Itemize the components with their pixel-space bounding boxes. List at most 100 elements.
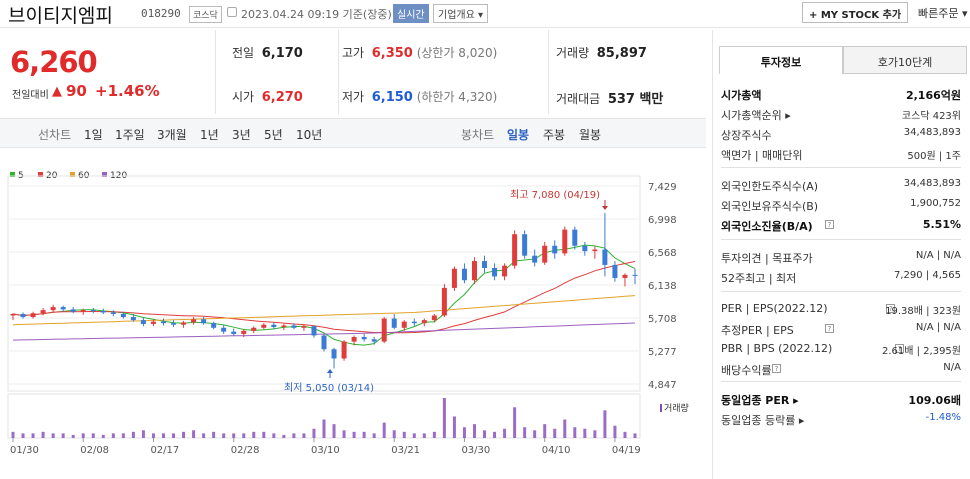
line-chart-label: 선차트 (38, 128, 72, 142)
candle-daily[interactable]: 일봉 (507, 126, 529, 143)
candle-monthly[interactable]: 월봉 (579, 126, 601, 143)
volume-bar (252, 431, 256, 438)
open-price: 시가 6,270 (232, 90, 303, 105)
info-row: 외국인소진율(B/A)? 5.51% (721, 215, 961, 235)
volume-bar (352, 431, 356, 438)
info-row-label: 외국인보유주식수(B) (721, 200, 819, 213)
volume-bar (452, 416, 456, 438)
info-divider (721, 167, 961, 168)
info-row-value: 34,483,893 (903, 127, 961, 138)
y-tick-label: 5,708 (648, 314, 677, 325)
volume-bar (182, 431, 186, 438)
y-tick-label: 6,138 (648, 281, 677, 292)
up-arrow-icon: ▲ (52, 84, 62, 99)
candle (331, 349, 337, 359)
volume-bar (121, 433, 125, 438)
volume-bar (51, 433, 55, 438)
volume-label: 거래량 (664, 402, 689, 414)
info-row-value: -1.48% (925, 412, 961, 423)
info-row-value: 500원 | 1주 (907, 151, 961, 162)
info-row: PBR | BPS (2022.12)? 2.61배 | 2,395원 (721, 339, 961, 359)
volume-bar (503, 428, 507, 438)
candle (542, 245, 548, 263)
high-price: 고가 6,350 (상한가 8,020) (342, 46, 498, 61)
candle (100, 310, 106, 313)
info-row-label: 동일업종 등락률 ▸ (721, 414, 805, 427)
candle (522, 234, 528, 256)
period-3y[interactable]: 3년 (232, 126, 251, 143)
info-row-label: 시가총액 (721, 89, 762, 102)
volume-bar (573, 427, 577, 438)
period-1w[interactable]: 1주일 (115, 126, 145, 143)
period-3m[interactable]: 3개월 (157, 126, 187, 143)
help-icon[interactable]: ? (824, 220, 834, 229)
info-row-value: 2,166억원 (905, 89, 961, 102)
info-row-label: 상장주식수 (721, 129, 772, 142)
period-5y[interactable]: 5년 (264, 126, 283, 143)
volume-bar (543, 424, 547, 438)
info-row-label: 액면가 | 매매단위 (721, 149, 803, 162)
volume-bar (232, 433, 236, 438)
price-plot-frame (7, 175, 641, 392)
info-tabs: 투자정보 호가10단계 (719, 46, 967, 74)
candle (421, 320, 427, 324)
low-note: 최저 5,050 (03/14) (284, 382, 374, 394)
stock-header: 브이티지엠피 018290 코스닥 2023.04.24 09:19 기준(장중… (0, 0, 970, 28)
candle (160, 321, 166, 324)
volume-bar (432, 431, 436, 438)
volume-bar (553, 428, 557, 438)
tab-investment-info[interactable]: 투자정보 (719, 46, 843, 74)
volume-bar (141, 430, 145, 438)
candle (311, 326, 317, 336)
clock-icon (227, 7, 237, 17)
volume-bar (81, 433, 85, 438)
add-my-stock-button[interactable]: + MY STOCK 추가 (802, 2, 909, 23)
candle (381, 318, 387, 342)
info-row: 추정PER | EPS? N/A | N/A (721, 319, 961, 339)
candle (361, 336, 367, 340)
volume-bar (472, 424, 476, 438)
volume-bar (442, 398, 446, 438)
x-tick-label: 03/10 (311, 445, 340, 456)
realtime-button[interactable]: 실시간 (393, 4, 429, 23)
x-tick-label: 04/19 (612, 445, 641, 456)
info-row-label: 외국인소진율(B/A) (721, 220, 813, 233)
period-1d[interactable]: 1일 (84, 126, 103, 143)
info-row[interactable]: 시가총액순위 ▸ 코스닥 423위 (721, 104, 961, 124)
candle (271, 324, 277, 328)
volume-bar (322, 419, 326, 438)
candle-weekly[interactable]: 주봉 (543, 126, 565, 143)
volume-bar (342, 430, 346, 438)
price-chart: 5 20 60 120 7,429 6,998 6,568 6,138 5,708 5,2… (0, 166, 706, 479)
info-row[interactable]: 동일업종 등락률 ▸ -1.48% (721, 409, 961, 429)
candle (441, 287, 447, 316)
company-info-dropdown[interactable]: 기업개요 ▾ (433, 4, 488, 23)
volume-bar (563, 419, 567, 438)
candle (532, 255, 538, 263)
info-row-value: 109.06배 (908, 394, 961, 407)
period-10y[interactable]: 10년 (296, 126, 322, 143)
period-1y[interactable]: 1년 (200, 126, 219, 143)
volume-bar (332, 424, 336, 438)
volume-bar (111, 433, 115, 438)
volume-bar (172, 433, 176, 438)
info-divider (721, 291, 961, 292)
info-row-value: 5.51% (922, 218, 961, 231)
tab-orderbook-10[interactable]: 호가10단계 (843, 46, 967, 74)
current-price: 6,260 (10, 45, 98, 79)
candle (341, 341, 347, 359)
info-row-label: 52주최고 | 최저 (721, 272, 797, 285)
info-row: 시가총액 2,166억원 (721, 84, 961, 104)
candle (401, 321, 407, 328)
y-tick-label: 5,277 (648, 347, 677, 358)
candle (181, 322, 187, 325)
info-row[interactable]: 동일업종 PER ▸ 109.06배 (721, 389, 961, 409)
volume-bar (272, 433, 276, 438)
investment-info-panel: 투자정보 호가10단계 시가총액 2,166억원시가총액순위 ▸ 코스닥 423위상… (712, 30, 970, 479)
quick-order-dropdown[interactable]: 빠른주문 ▾ (918, 5, 968, 21)
volume-bar (533, 430, 537, 438)
help-icon[interactable]: ? (824, 324, 834, 333)
help-icon[interactable]: ? (772, 364, 781, 373)
candle (512, 234, 518, 266)
volume-bar (11, 431, 15, 438)
